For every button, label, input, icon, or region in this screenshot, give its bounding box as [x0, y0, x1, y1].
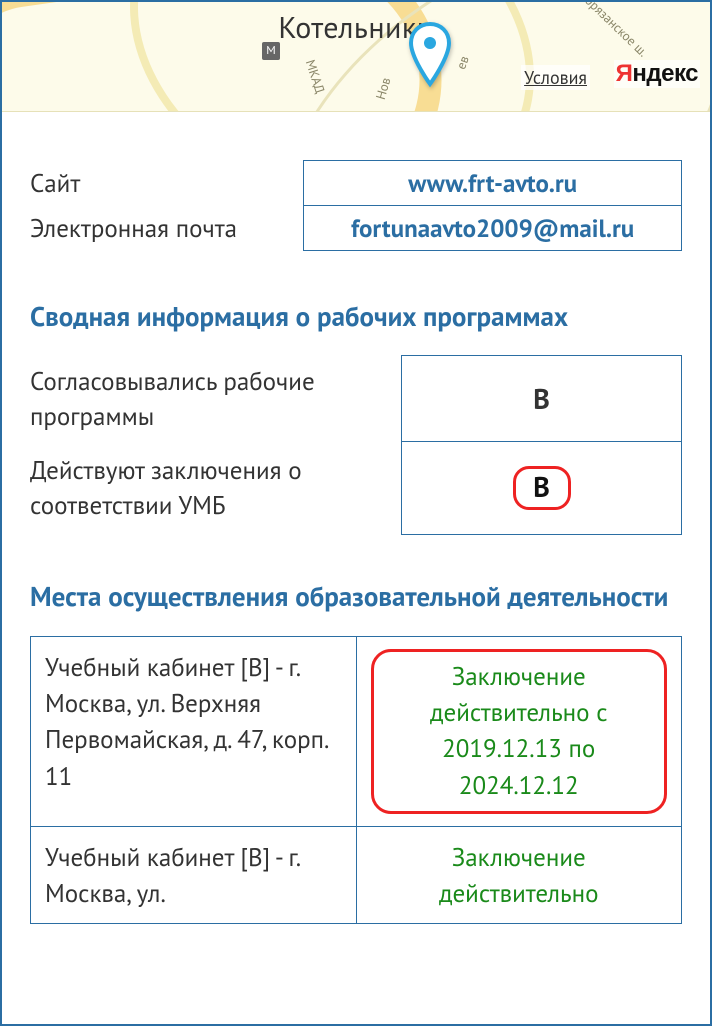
map-provider-rest: ндекс — [632, 60, 698, 87]
site-value-cell: www.frt-avto.ru — [304, 161, 682, 206]
programs-row1-value: B — [402, 356, 682, 442]
programs-row2-value-cell: B — [402, 442, 682, 535]
contacts-table: Сайт www.frt-avto.ru Электронная почта f… — [30, 160, 682, 251]
site-link[interactable]: www.frt-avto.ru — [408, 167, 577, 199]
map-conditions-link[interactable]: Условия — [521, 65, 590, 90]
category-badge: B — [513, 466, 571, 510]
section-title-places: Места осуществления образовательной деят… — [30, 579, 682, 615]
validity-badge: Заключение действительно с 2019.12.13 по… — [371, 649, 668, 814]
section-title-programs: Сводная информация о рабочих программах — [30, 299, 682, 335]
email-link[interactable]: fortunaavto2009@mail.ru — [351, 212, 634, 244]
place-status-cell: Заключение действительно — [356, 826, 682, 924]
place-address: Учебный кабинет [B] - г. Москва, ул. — [31, 826, 357, 924]
email-value-cell: fortunaavto2009@mail.ru — [304, 206, 682, 251]
programs-row1-label: Согласовывались рабочие программы — [30, 356, 402, 442]
programs-table: Согласовывались рабочие программы B Дейс… — [30, 355, 682, 535]
place-status-cell: Заключение действительно с 2019.12.13 по… — [356, 636, 682, 826]
validity-text: Заключение действительно — [439, 841, 599, 909]
email-label: Электронная почта — [30, 206, 304, 251]
metro-icon: М — [262, 42, 280, 60]
map-pin-icon — [407, 22, 453, 88]
site-label: Сайт — [30, 161, 304, 206]
map-provider-logo[interactable]: Яндекс — [614, 60, 700, 88]
place-address: Учебный кабинет [B] - г. Москва, ул. Вер… — [31, 636, 357, 826]
table-row: Учебный кабинет [B] - г. Москва, ул. Зак… — [31, 826, 682, 924]
content-area: Сайт www.frt-avto.ru Электронная почта f… — [2, 112, 710, 924]
map-widget[interactable]: Новорязанское ш. МКАД Нов ев М Котельник… — [2, 2, 710, 112]
places-table: Учебный кабинет [B] - г. Москва, ул. Вер… — [30, 636, 682, 925]
page-frame: Новорязанское ш. МКАД Нов ев М Котельник… — [0, 0, 712, 1026]
map-provider-first-letter: Я — [616, 60, 633, 87]
table-row: Действуют заключения о соответствии УМБ … — [30, 442, 682, 535]
table-row: Учебный кабинет [B] - г. Москва, ул. Вер… — [31, 636, 682, 826]
contact-row-site: Сайт www.frt-avto.ru — [30, 161, 682, 206]
table-row: Согласовывались рабочие программы B — [30, 356, 682, 442]
contact-row-email: Электронная почта fortunaavto2009@mail.r… — [30, 206, 682, 251]
programs-row2-label: Действуют заключения о соответствии УМБ — [30, 442, 402, 535]
